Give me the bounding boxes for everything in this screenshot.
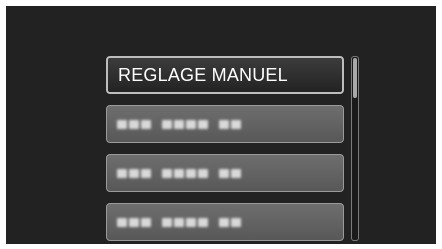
scrollbar-thumb[interactable] bbox=[353, 58, 357, 98]
menu-item-label: REGLAGE MANUEL bbox=[118, 64, 288, 85]
blurred-label bbox=[117, 168, 241, 178]
menu-item-4[interactable] bbox=[106, 203, 344, 241]
menu-item-2[interactable] bbox=[106, 105, 344, 143]
menu-list: REGLAGE MANUEL bbox=[106, 56, 344, 244]
menu-scrollbar[interactable] bbox=[351, 56, 359, 241]
camera-menu-screen: REGLAGE MANUEL bbox=[6, 6, 436, 244]
blurred-label bbox=[117, 217, 241, 227]
blurred-label bbox=[117, 119, 241, 129]
menu-item-3[interactable] bbox=[106, 154, 344, 192]
menu-item-reglage-manuel[interactable]: REGLAGE MANUEL bbox=[106, 56, 344, 94]
